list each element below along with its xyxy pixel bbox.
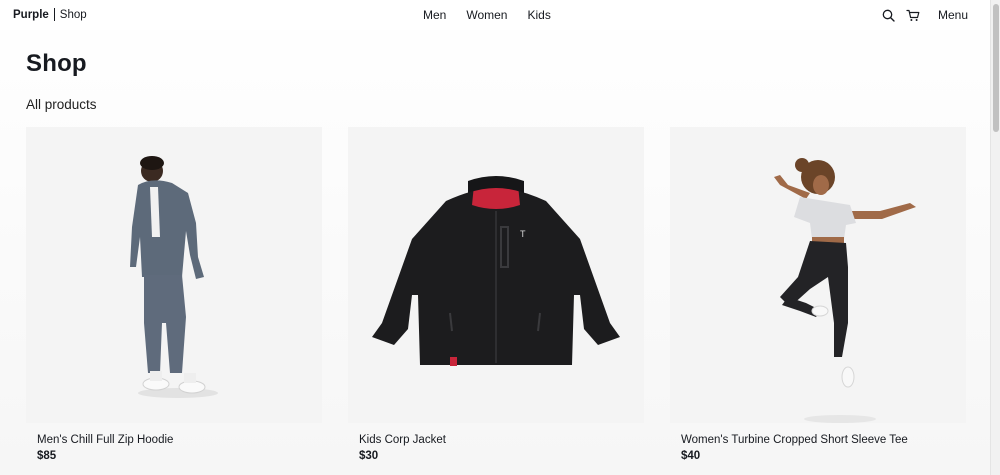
- menu-button[interactable]: Menu: [938, 8, 968, 22]
- page-scrollbar[interactable]: [990, 0, 1000, 475]
- product-price: $30: [359, 450, 379, 462]
- nav-link-men[interactable]: Men: [423, 8, 446, 22]
- main-nav: Men Women Kids: [423, 8, 571, 22]
- product-price: $40: [681, 450, 701, 462]
- page-title: Shop: [26, 50, 87, 77]
- page: Purple Shop Men Women Kids Menu Shop All…: [0, 0, 990, 475]
- product-image-jacket: T: [348, 127, 644, 423]
- cart-icon[interactable]: [904, 6, 922, 24]
- scrollbar-thumb[interactable]: [993, 4, 999, 132]
- header-actions: Menu: [874, 6, 968, 24]
- brand-name: Purple: [13, 8, 49, 21]
- brand-section: Shop: [59, 8, 87, 21]
- product-name[interactable]: Kids Corp Jacket: [359, 434, 446, 446]
- product-card-hoodie[interactable]: [26, 127, 322, 423]
- product-name[interactable]: Women's Turbine Cropped Short Sleeve Tee: [681, 434, 908, 446]
- brand-divider: [53, 8, 55, 21]
- section-title: All products: [26, 97, 97, 112]
- site-header: Purple Shop Men Women Kids Menu: [0, 0, 990, 30]
- product-name[interactable]: Men's Chill Full Zip Hoodie: [37, 434, 173, 446]
- product-card-jacket[interactable]: T: [348, 127, 644, 423]
- product-price: $85: [37, 450, 57, 462]
- nav-link-women[interactable]: Women: [466, 8, 507, 22]
- product-image-hoodie: [26, 127, 322, 423]
- brand-logo[interactable]: Purple Shop: [13, 8, 87, 21]
- nav-link-kids[interactable]: Kids: [527, 8, 550, 22]
- search-icon[interactable]: [880, 6, 898, 24]
- svg-text:T: T: [520, 229, 526, 239]
- product-image-tee: [670, 127, 966, 423]
- product-card-tee[interactable]: [670, 127, 966, 423]
